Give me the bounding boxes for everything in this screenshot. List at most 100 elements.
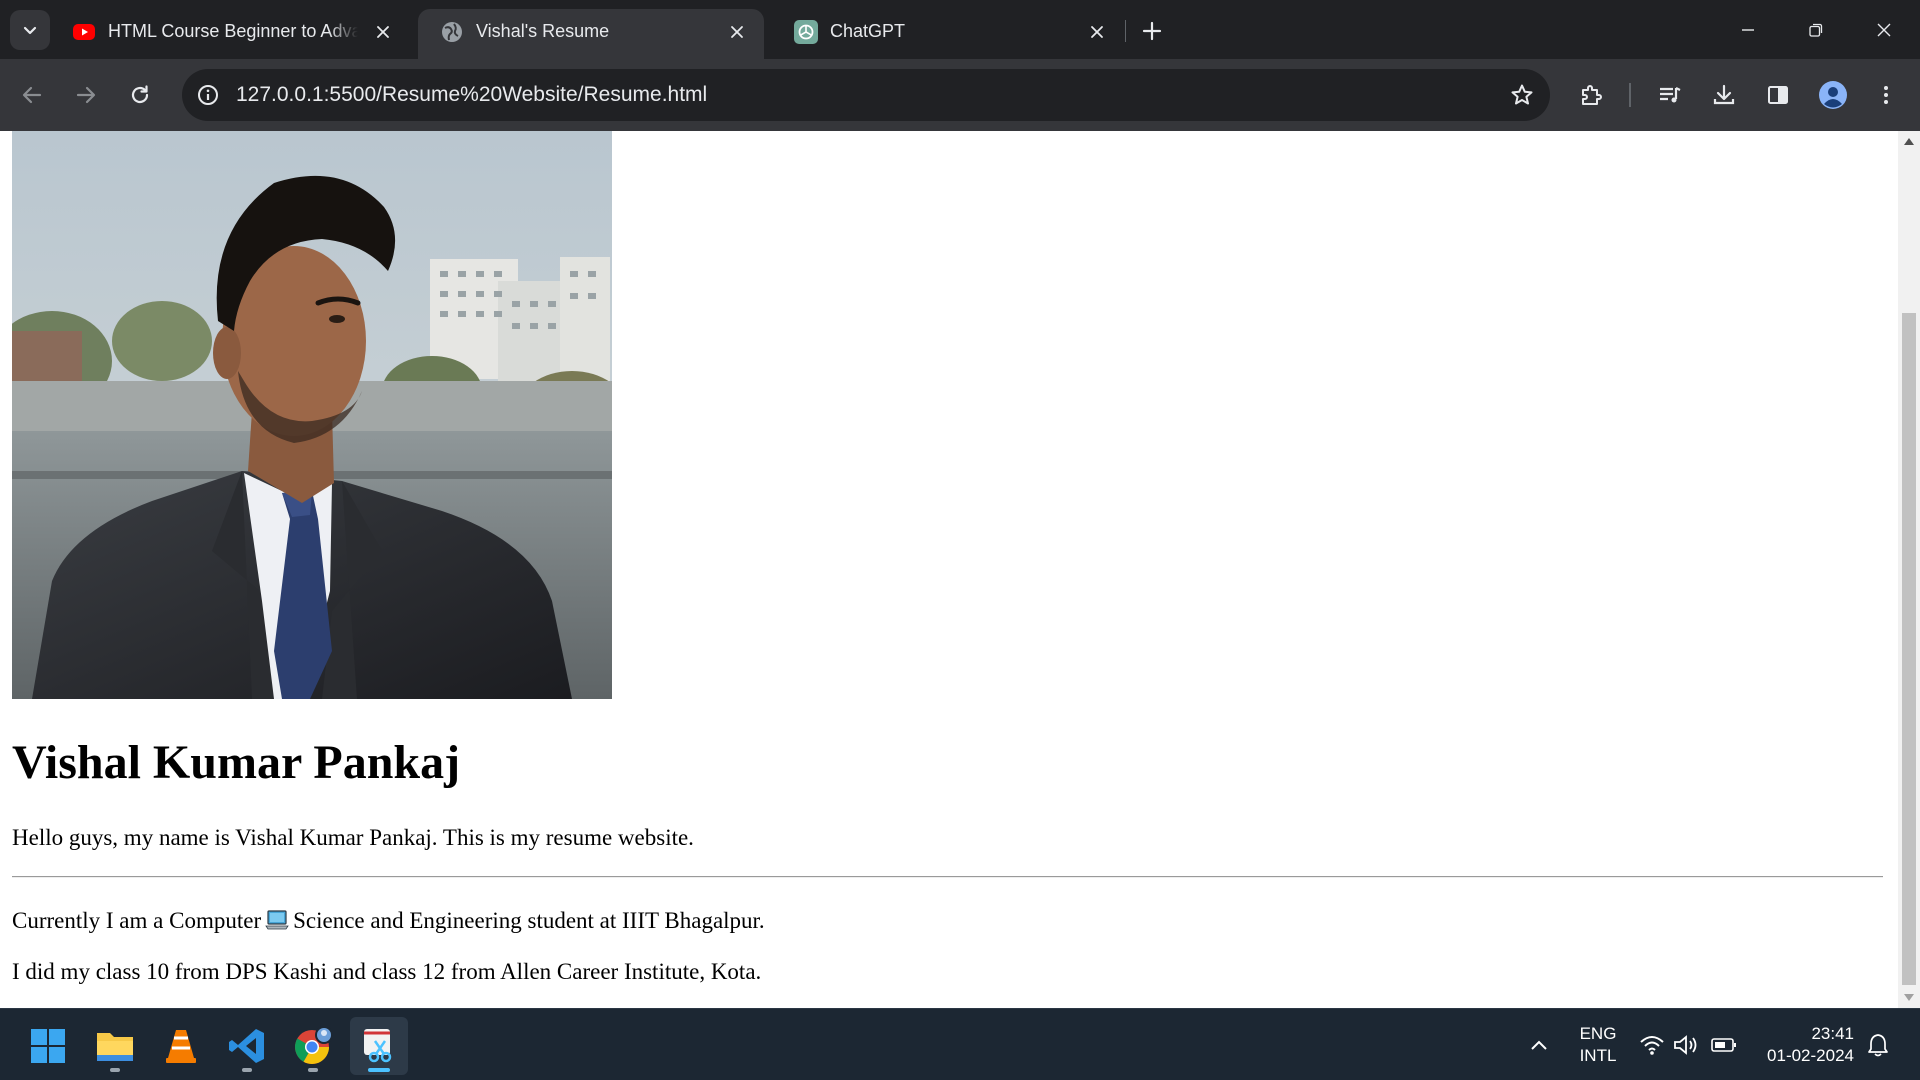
- browser-toolbar: 127.0.0.1:5500/Resume%20Website/Resume.h…: [0, 59, 1920, 131]
- chrome-menu-button[interactable]: [1866, 75, 1906, 115]
- language-code: ENG: [1579, 1024, 1617, 1043]
- clock-time: 23:41: [1811, 1024, 1854, 1043]
- avatar-icon: [1819, 81, 1847, 109]
- close-icon: [731, 26, 743, 38]
- running-indicator: [110, 1068, 120, 1072]
- triangle-up-icon: [1904, 138, 1914, 145]
- laptop-icon: [265, 910, 289, 930]
- puzzle-icon: [1582, 85, 1602, 105]
- schooling-paragraph: I did my class 10 from DPS Kashi and cla…: [12, 959, 762, 984]
- star-icon: [1511, 84, 1533, 105]
- input-language-indicator[interactable]: ENG INTL: [1570, 1023, 1626, 1067]
- taskbar-snipping-tool[interactable]: [350, 1017, 408, 1075]
- person-photo-illustration: [12, 131, 612, 699]
- media-controls-button[interactable]: [1650, 75, 1690, 115]
- keyboard-layout: INTL: [1579, 1046, 1617, 1065]
- page-heading-name: Vishal Kumar Pankaj: [12, 736, 461, 789]
- windows-start-icon: [31, 1029, 65, 1063]
- chrome-icon: [295, 1026, 333, 1064]
- toolbar-separator: [1629, 83, 1631, 107]
- page-viewport: Vishal Kumar Pankaj Hello guys, my name …: [0, 131, 1898, 1008]
- taskbar-vlc[interactable]: [152, 1017, 210, 1075]
- chevron-down-icon: [23, 26, 37, 35]
- minimize-icon: [1742, 28, 1754, 31]
- address-bar[interactable]: 127.0.0.1:5500/Resume%20Website/Resume.h…: [182, 69, 1550, 121]
- chevron-up-icon: [1531, 1040, 1547, 1050]
- bookmark-button[interactable]: [1508, 81, 1536, 109]
- education-text-end: Science and Engineering student at IIIT …: [293, 908, 765, 933]
- restore-button[interactable]: [1782, 0, 1850, 59]
- show-hidden-icons-button[interactable]: [1522, 1009, 1556, 1080]
- network-button[interactable]: [1636, 1009, 1668, 1080]
- tab-chatgpt[interactable]: ChatGPT: [772, 9, 1122, 59]
- downloads-button[interactable]: [1704, 75, 1744, 115]
- running-indicator: [242, 1068, 252, 1072]
- scroll-up-button[interactable]: [1898, 131, 1920, 151]
- snipping-tool-icon: [364, 1029, 392, 1063]
- download-icon: [1713, 84, 1735, 105]
- profile-photo: [12, 131, 612, 699]
- battery-icon: [1711, 1038, 1736, 1052]
- site-info-button[interactable]: [194, 81, 222, 109]
- horizontal-rule: [12, 876, 1883, 878]
- taskbar-file-explorer[interactable]: [86, 1017, 144, 1075]
- taskbar-vscode[interactable]: [218, 1017, 276, 1075]
- wifi-icon: [1640, 1036, 1664, 1055]
- battery-button[interactable]: [1708, 1009, 1740, 1080]
- profile-button[interactable]: [1813, 75, 1853, 115]
- close-icon: [1877, 23, 1891, 36]
- reload-button[interactable]: [120, 75, 160, 115]
- minimize-button[interactable]: [1714, 0, 1782, 59]
- tab-search-button[interactable]: [10, 10, 50, 50]
- tab-separator: [1125, 20, 1126, 42]
- plus-icon: [1142, 21, 1162, 41]
- tab-close-button[interactable]: [1084, 19, 1110, 45]
- close-icon: [377, 26, 389, 38]
- clock-date: 01-02-2024: [1767, 1046, 1854, 1065]
- arrow-right-icon: [76, 86, 96, 104]
- bell-icon: [1868, 1034, 1888, 1057]
- scroll-down-button[interactable]: [1898, 988, 1920, 1008]
- tab-close-button[interactable]: [724, 19, 750, 45]
- tab-html-course[interactable]: HTML Course Beginner to Advanced: [50, 9, 410, 59]
- youtube-icon: [73, 24, 95, 40]
- volume-button[interactable]: [1670, 1009, 1702, 1080]
- running-indicator: [308, 1068, 318, 1072]
- reload-icon: [131, 85, 149, 104]
- vlc-icon: [166, 1030, 196, 1063]
- side-panel-icon: [1768, 86, 1788, 104]
- taskbar-chrome[interactable]: [284, 1017, 342, 1075]
- url-text[interactable]: 127.0.0.1:5500/Resume%20Website/Resume.h…: [236, 69, 707, 121]
- back-button[interactable]: [12, 75, 52, 115]
- file-explorer-icon: [97, 1033, 133, 1061]
- windows-taskbar: ENG INTL 23:41 01-02-2024: [0, 1008, 1920, 1080]
- running-indicator: [368, 1068, 390, 1072]
- restore-icon: [1809, 23, 1823, 37]
- chatgpt-icon: [794, 20, 818, 44]
- education-paragraph: Currently I am a Computer Science and Eng…: [12, 908, 765, 934]
- start-button[interactable]: [19, 1017, 77, 1075]
- intro-paragraph: Hello guys, my name is Vishal Kumar Pank…: [12, 825, 694, 850]
- close-icon: [1091, 26, 1103, 38]
- page-scrollbar[interactable]: [1898, 131, 1920, 1008]
- scrollbar-thumb[interactable]: [1902, 313, 1916, 985]
- arrow-left-icon: [22, 86, 42, 104]
- side-panel-button[interactable]: [1758, 75, 1798, 115]
- browser-tab-strip: HTML Course Beginner to Advanced Vishal'…: [0, 0, 1920, 59]
- forward-button[interactable]: [66, 75, 106, 115]
- vscode-icon: [229, 1029, 264, 1063]
- education-text-start: Currently I am a Computer: [12, 908, 262, 933]
- tab-title: Vishal's Resume: [476, 21, 610, 41]
- close-window-button[interactable]: [1850, 0, 1918, 59]
- new-tab-button[interactable]: [1135, 14, 1169, 48]
- tab-title: HTML Course Beginner to Advanced: [108, 21, 358, 41]
- tab-close-button[interactable]: [370, 19, 396, 45]
- extensions-button[interactable]: [1571, 75, 1611, 115]
- more-vert-icon: [1884, 86, 1888, 104]
- system-clock[interactable]: 23:41 01-02-2024: [1754, 1023, 1854, 1067]
- tab-vishals-resume[interactable]: Vishal's Resume: [418, 9, 764, 59]
- triangle-down-icon: [1904, 994, 1914, 1001]
- tab-title: ChatGPT: [830, 21, 906, 41]
- volume-icon: [1674, 1035, 1697, 1055]
- notifications-button[interactable]: [1862, 1009, 1894, 1080]
